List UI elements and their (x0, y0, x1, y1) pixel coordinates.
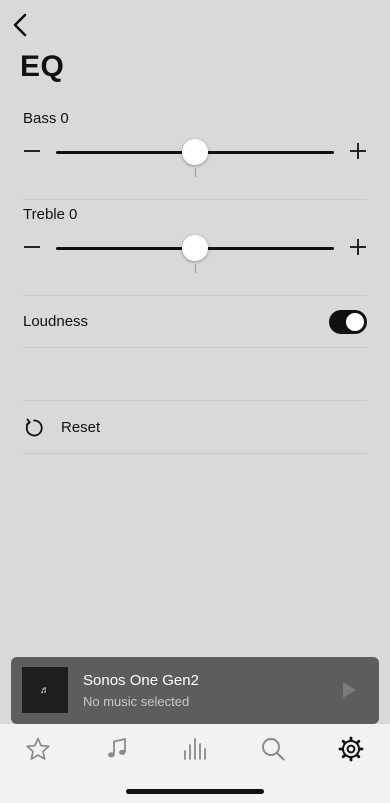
plus-icon (350, 239, 366, 255)
play-icon (343, 682, 356, 698)
reset-label: Reset (61, 419, 101, 436)
plus-icon (350, 143, 366, 159)
tab-search[interactable] (260, 736, 286, 762)
tab-favorites[interactable] (25, 736, 51, 762)
treble-value: 0 (68, 206, 78, 223)
play-button[interactable] (341, 681, 357, 699)
treble-setting: Treble 0 (23, 200, 367, 296)
album-art: ♬ (22, 667, 68, 713)
star-icon (26, 737, 50, 760)
empty-row (23, 348, 367, 401)
eq-settings: Bass 0 Treble 0 Loudness Reset (23, 104, 367, 454)
bass-label-text: Bass (23, 110, 57, 127)
bass-value: 0 (60, 110, 69, 127)
loudness-label: Loudness (23, 313, 89, 330)
tab-browse[interactable] (104, 736, 130, 762)
treble-slider-thumb[interactable] (182, 235, 208, 261)
treble-center-tick (194, 264, 196, 273)
treble-label-text: Treble (23, 206, 65, 223)
reset-icon (25, 418, 43, 437)
chevron-left-icon (13, 13, 27, 37)
bass-setting: Bass 0 (23, 104, 367, 200)
bass-label: Bass 0 (23, 110, 69, 127)
tab-settings[interactable] (338, 736, 364, 762)
back-button[interactable] (10, 12, 34, 38)
bass-increase-button[interactable] (349, 142, 367, 160)
search-icon (262, 738, 285, 761)
page-title: EQ (20, 50, 65, 83)
treble-increase-button[interactable] (349, 238, 367, 256)
now-playing-bar[interactable]: ♬ Sonos One Gen2 No music selected (11, 657, 379, 724)
treble-decrease-button[interactable] (23, 238, 41, 256)
minus-icon (24, 246, 40, 248)
minus-icon (24, 150, 40, 152)
tab-bar (0, 724, 390, 803)
now-playing-title: Sonos One Gen2 (83, 672, 199, 689)
treble-label: Treble 0 (23, 206, 77, 223)
bass-decrease-button[interactable] (23, 142, 41, 160)
loudness-toggle[interactable] (329, 310, 367, 334)
home-indicator (126, 789, 264, 794)
equalizer-bars-icon (184, 738, 206, 760)
bass-slider-thumb[interactable] (182, 139, 208, 165)
gear-icon (338, 736, 364, 762)
music-note-icon: ♬ (40, 684, 50, 696)
reset-button[interactable]: Reset (23, 401, 367, 454)
loudness-setting: Loudness (23, 296, 367, 348)
music-note-icon (108, 738, 126, 758)
toggle-knob (346, 313, 364, 331)
bass-center-tick (194, 168, 196, 177)
tab-rooms[interactable] (182, 736, 208, 762)
now-playing-subtitle: No music selected (83, 694, 190, 709)
